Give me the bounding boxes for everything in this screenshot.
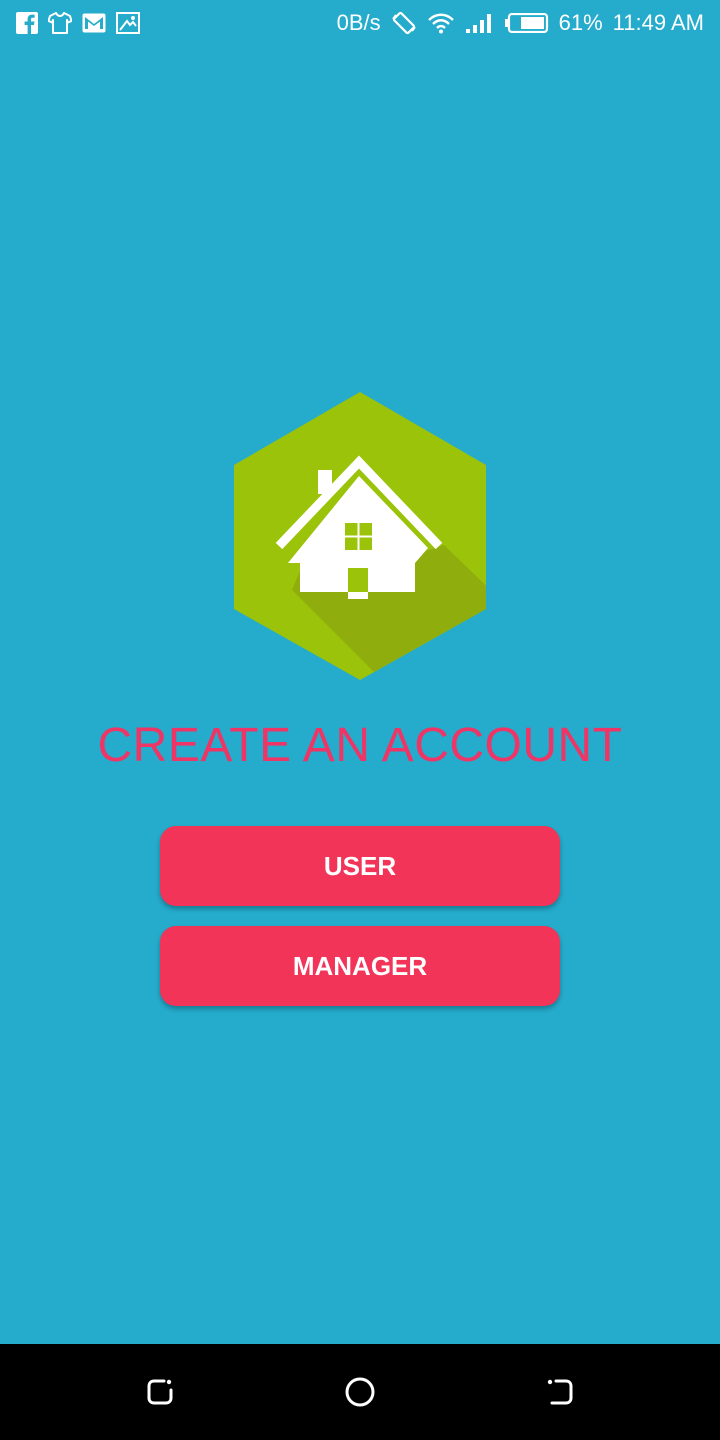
battery-percent: 61%	[558, 10, 603, 35]
signal-icon	[465, 12, 495, 34]
user-button[interactable]: USER	[160, 826, 560, 906]
status-bar: 0B/s 61% 11:49 AM	[0, 0, 720, 50]
clock: 11:49 AM	[612, 10, 704, 35]
screen: 0B/s 61% 11:49 AM CREATE AN ACCOUNT USER…	[0, 0, 720, 1440]
manager-button[interactable]: MANAGER	[160, 926, 560, 1006]
wifi-icon	[427, 12, 455, 34]
notification-icons	[16, 12, 140, 34]
gmail-icon	[82, 13, 106, 33]
battery-icon	[504, 13, 549, 33]
house-hexagon-logo	[234, 392, 486, 680]
system-status: 0B/s 61% 11:49 AM	[337, 10, 704, 36]
recent-apps-icon[interactable]	[142, 1374, 178, 1410]
back-icon[interactable]	[542, 1374, 578, 1410]
page-title: CREATE AN ACCOUNT	[97, 719, 623, 772]
facebook-icon	[16, 12, 38, 34]
network-speed: 0B/s	[336, 10, 381, 35]
tshirt-icon	[48, 12, 72, 34]
rotate-icon	[391, 10, 417, 36]
screencast-icon	[116, 12, 140, 34]
home-icon[interactable]	[342, 1374, 378, 1410]
navigation-bar	[0, 1344, 720, 1440]
